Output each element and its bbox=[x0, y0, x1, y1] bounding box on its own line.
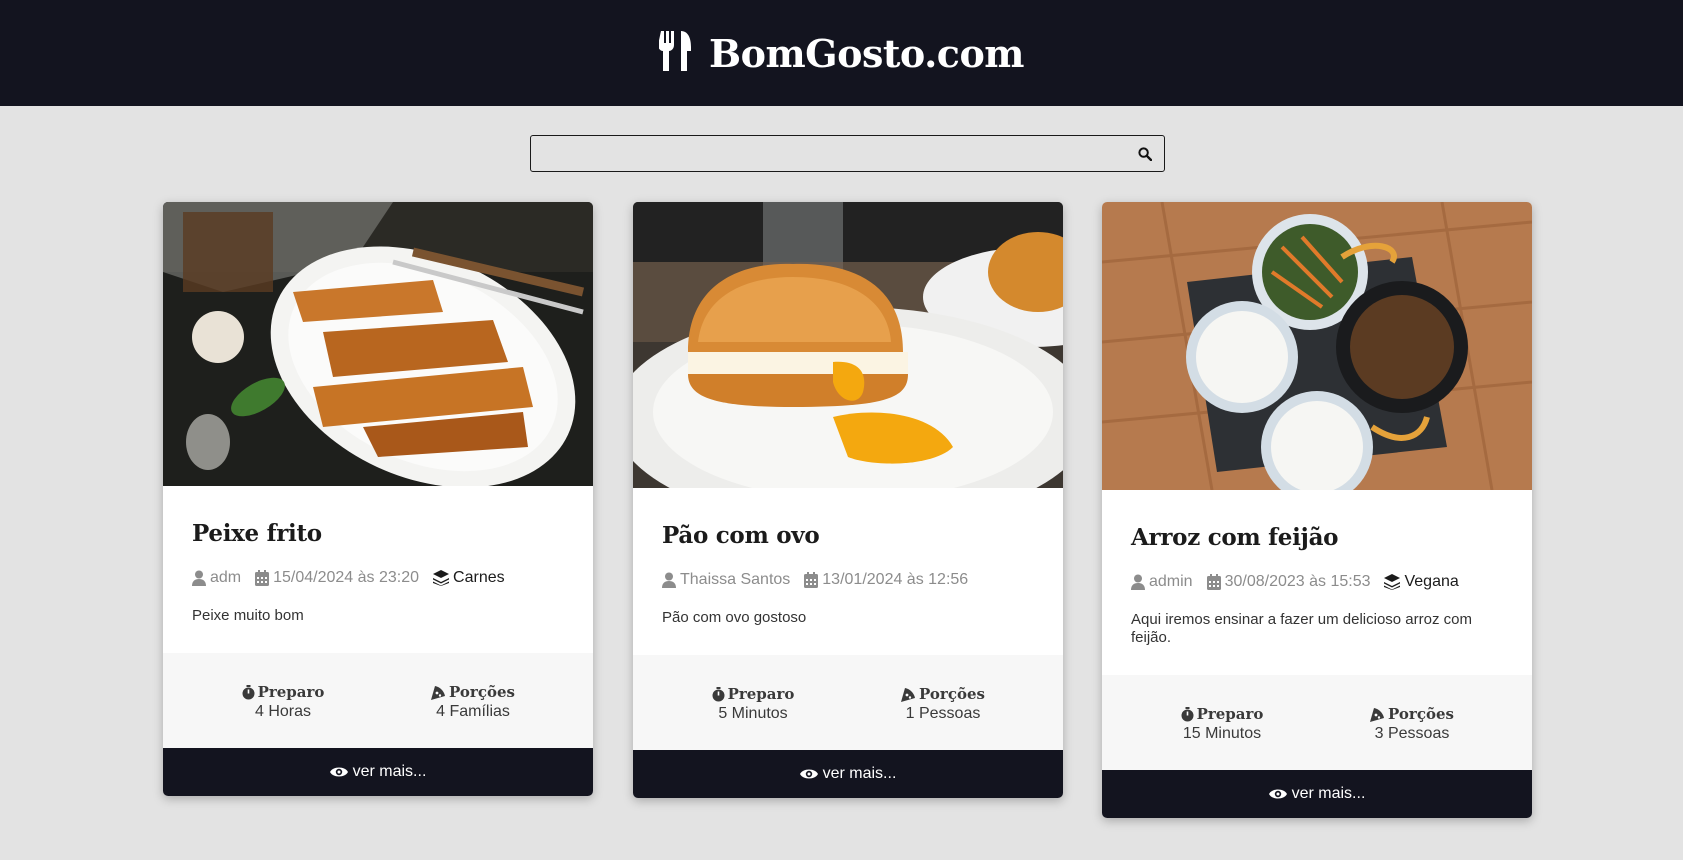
calendar-icon bbox=[804, 572, 819, 588]
recipe-description: Pão com ovo gostoso bbox=[662, 609, 807, 626]
author: Thaissa Santos bbox=[662, 571, 790, 589]
brand-logo[interactable]: BomGosto.com bbox=[657, 30, 1025, 76]
preparo-stat: Preparo 15 Minutos bbox=[1162, 705, 1282, 743]
layers-icon bbox=[433, 570, 450, 586]
recipe-image[interactable] bbox=[1102, 202, 1532, 490]
porcoes-stat: Porções 1 Pessoas bbox=[883, 685, 1003, 723]
preparo-label: Preparo bbox=[257, 683, 325, 701]
porcoes-label: Porções bbox=[1388, 705, 1454, 723]
recipe-image[interactable] bbox=[633, 202, 1063, 488]
category-text: Carnes bbox=[453, 569, 505, 586]
recipe-title[interactable]: Pão com ovo bbox=[662, 522, 1034, 549]
author-name: Thaissa Santos bbox=[680, 571, 791, 588]
preparo-stat: Preparo 4 Horas bbox=[223, 683, 343, 721]
ver-mais-button[interactable]: ver mais... bbox=[633, 750, 1063, 798]
date: 30/08/2023 às 15:53 bbox=[1206, 573, 1371, 591]
recipe-meta: adm 15/04/2024 às 23:20 Carnes bbox=[192, 569, 564, 587]
recipe-image[interactable] bbox=[163, 202, 593, 486]
author: admin bbox=[1131, 573, 1193, 591]
recipe-stats: Preparo 5 Minutos Porções 1 Pessoas bbox=[633, 655, 1063, 750]
recipe-title[interactable]: Peixe frito bbox=[192, 520, 564, 547]
pizza-slice-icon bbox=[1370, 707, 1385, 722]
preparo-value: 4 Horas bbox=[254, 703, 312, 720]
recipe-meta: Thaissa Santos 13/01/2024 às 12:56 bbox=[662, 571, 1034, 589]
eye-icon bbox=[1268, 789, 1287, 799]
stopwatch-icon bbox=[1181, 706, 1194, 721]
eye-icon bbox=[799, 769, 818, 779]
porcoes-stat: Porções 3 Pessoas bbox=[1352, 705, 1472, 743]
recipe-description: Aqui iremos ensinar a fazer um delicioso… bbox=[1131, 611, 1472, 646]
brand-name: BomGosto.com bbox=[708, 30, 1025, 76]
preparo-label: Preparo bbox=[1196, 705, 1264, 723]
date-text: 15/04/2024 às 23:20 bbox=[273, 569, 420, 586]
utensils-icon bbox=[657, 30, 693, 76]
date-text: 13/01/2024 às 12:56 bbox=[822, 571, 969, 588]
preparo-value: 5 Minutos bbox=[718, 705, 788, 722]
porcoes-label: Porções bbox=[449, 683, 515, 701]
category-text: Vegana bbox=[1404, 573, 1459, 590]
porcoes-value: 1 Pessoas bbox=[905, 705, 981, 722]
recipe-card: Arroz com feijão admin 30/08/2023 às 15:… bbox=[1102, 202, 1532, 818]
pizza-slice-icon bbox=[901, 687, 916, 702]
category[interactable]: Carnes bbox=[433, 569, 505, 587]
recipe-card: Pão com ovo Thaissa Santos 13/01/2024 às… bbox=[633, 202, 1063, 798]
recipe-description: Peixe muito bom bbox=[192, 607, 304, 624]
site-header: BomGosto.com bbox=[0, 0, 1683, 106]
pizza-slice-icon bbox=[431, 685, 446, 700]
author-name: admin bbox=[1149, 573, 1193, 590]
porcoes-value: 4 Famílias bbox=[436, 703, 510, 720]
user-icon bbox=[1131, 574, 1145, 590]
date: 13/01/2024 às 12:56 bbox=[804, 571, 968, 589]
stopwatch-icon bbox=[712, 686, 725, 701]
layers-icon bbox=[1384, 574, 1401, 590]
search-icon[interactable] bbox=[1136, 145, 1154, 163]
date: 15/04/2024 às 23:20 bbox=[255, 569, 419, 587]
category[interactable]: Vegana bbox=[1384, 573, 1459, 591]
porcoes-stat: Porções 4 Famílias bbox=[413, 683, 533, 721]
ver-mais-label: ver mais... bbox=[822, 765, 897, 782]
recipe-stats: Preparo 15 Minutos Porções 3 Pessoas bbox=[1102, 675, 1532, 770]
calendar-icon bbox=[255, 570, 270, 586]
ver-mais-label: ver mais... bbox=[1291, 785, 1366, 802]
user-icon bbox=[662, 572, 676, 588]
porcoes-label: Porções bbox=[919, 685, 985, 703]
preparo-stat: Preparo 5 Minutos bbox=[693, 685, 813, 723]
preparo-value: 15 Minutos bbox=[1182, 725, 1262, 742]
recipe-card: Peixe frito adm 15/04/2024 às 23:20 Carn… bbox=[163, 202, 593, 796]
ver-mais-button[interactable]: ver mais... bbox=[1102, 770, 1532, 818]
user-icon bbox=[192, 570, 206, 586]
search-bar bbox=[530, 135, 1165, 172]
search-input[interactable] bbox=[531, 136, 1121, 171]
porcoes-value: 3 Pessoas bbox=[1374, 725, 1450, 742]
recipe-title[interactable]: Arroz com feijão bbox=[1131, 524, 1503, 551]
recipe-stats: Preparo 4 Horas Porções 4 Famílias bbox=[163, 653, 593, 748]
ver-mais-button[interactable]: ver mais... bbox=[163, 748, 593, 796]
preparo-label: Preparo bbox=[727, 685, 795, 703]
ver-mais-label: ver mais... bbox=[352, 763, 427, 780]
author-name: adm bbox=[210, 569, 242, 586]
author: adm bbox=[192, 569, 241, 587]
stopwatch-icon bbox=[242, 684, 255, 699]
calendar-icon bbox=[1206, 574, 1221, 590]
eye-icon bbox=[329, 767, 348, 777]
recipe-meta: admin 30/08/2023 às 15:53 Vegana bbox=[1131, 573, 1503, 591]
date-text: 30/08/2023 às 15:53 bbox=[1224, 573, 1371, 590]
